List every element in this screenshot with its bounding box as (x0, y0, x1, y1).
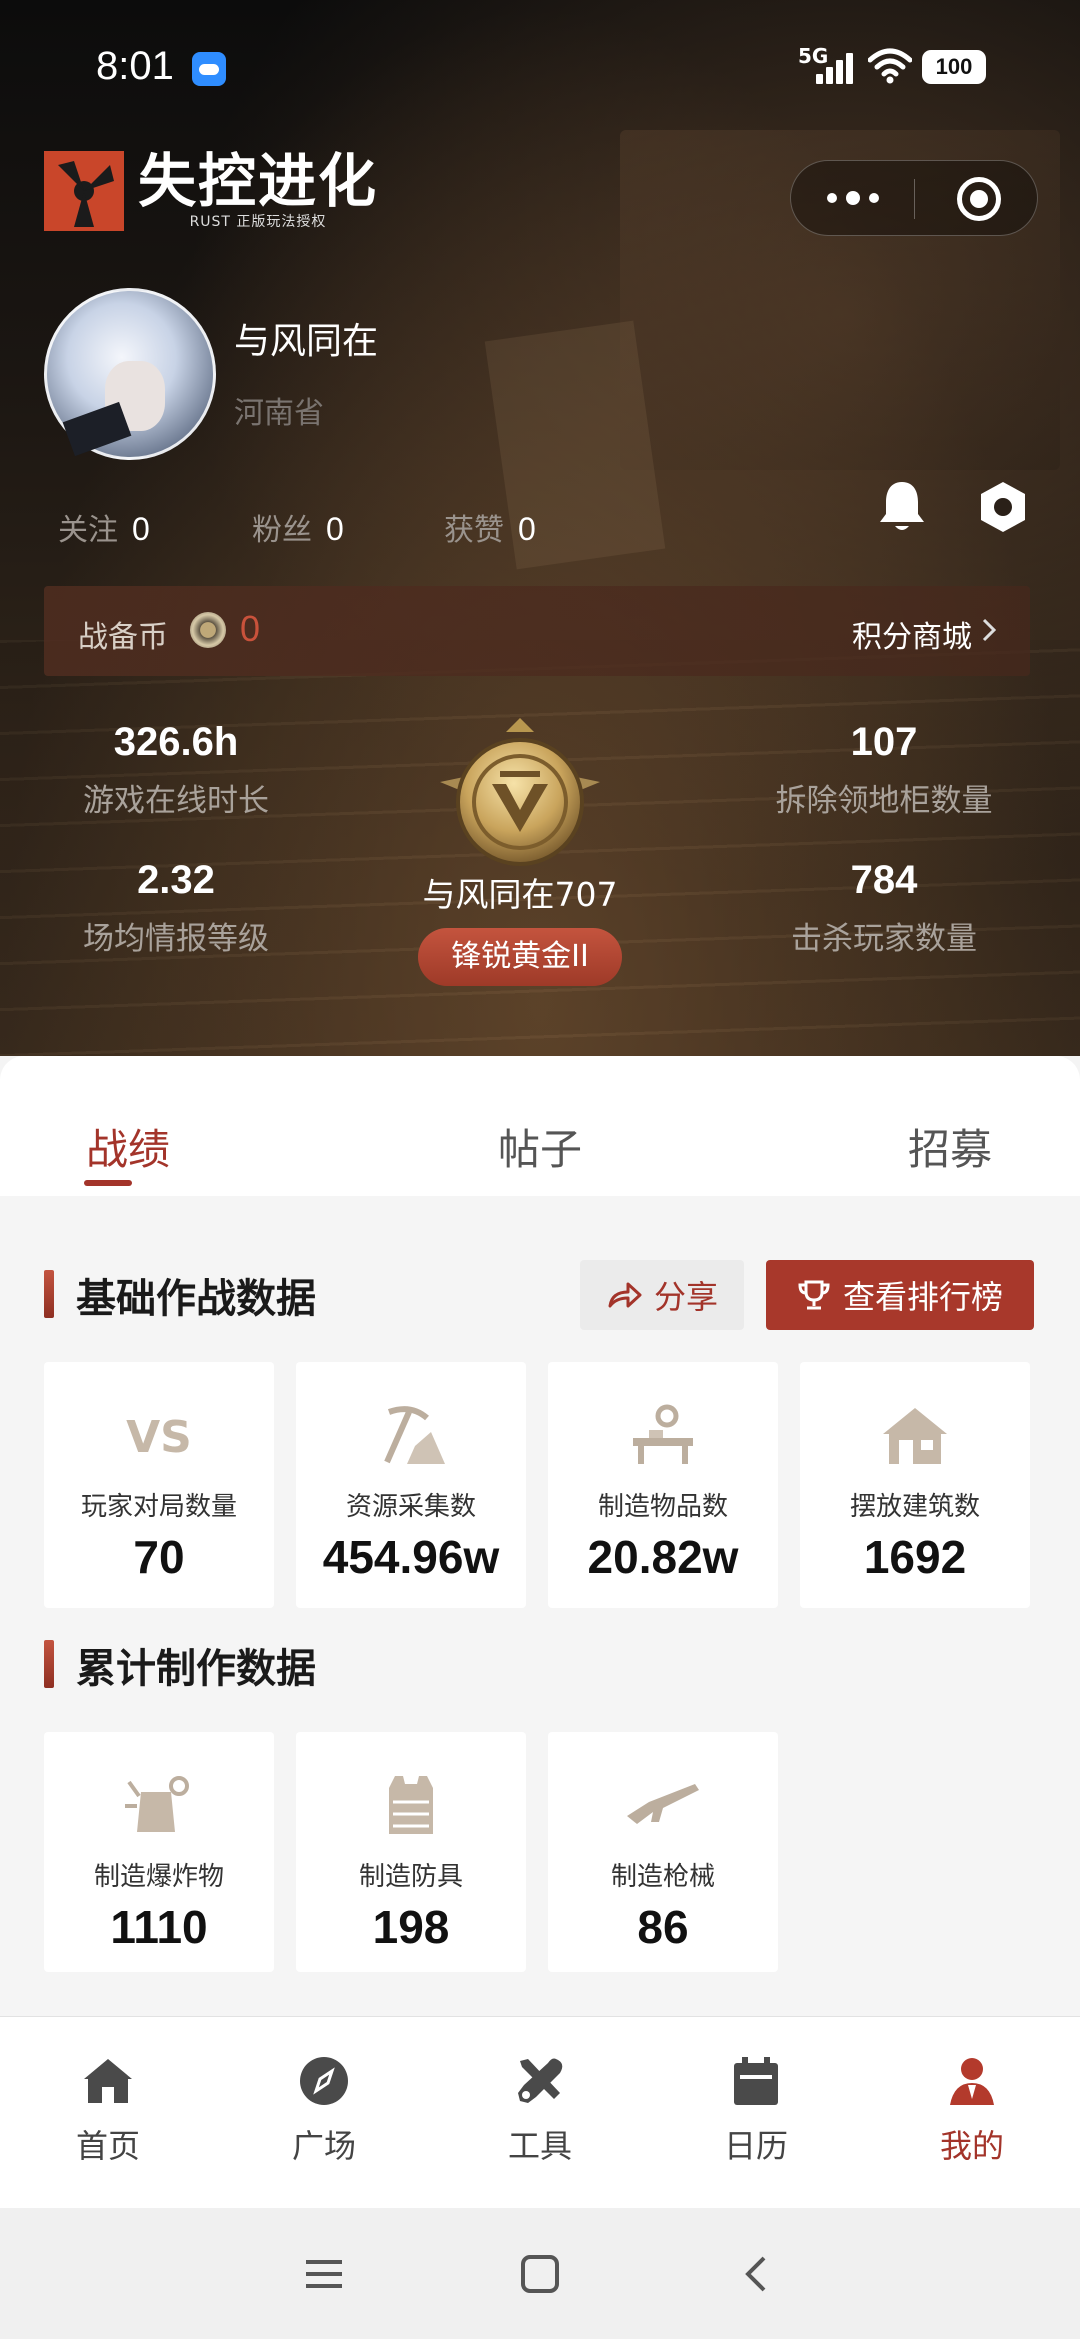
system-nav-bar (0, 2208, 1080, 2339)
tabbar-item-square[interactable]: 广场 (254, 2053, 394, 2167)
status-bar: 8:01 5G 100 (0, 0, 1080, 130)
section-title-crafting: 累计制作数据 (44, 1636, 316, 1694)
tab-posts[interactable]: 帖子 (498, 1116, 582, 1177)
trophy-icon (798, 1280, 830, 1310)
close-miniprogram-button[interactable] (957, 177, 1001, 221)
share-icon (608, 1282, 642, 1308)
stat-card-matches: VS 玩家对局数量 70 (44, 1362, 274, 1608)
compass-icon (300, 2057, 348, 2105)
bottom-tab-bar: 首页 广场 工具 日历 我的 (0, 2016, 1080, 2208)
tabbar-item-tools[interactable]: 工具 (470, 2053, 610, 2167)
tabbar-item-mine[interactable]: 我的 (902, 2053, 1042, 2167)
house-icon (883, 1408, 947, 1464)
weather-icon (192, 52, 226, 86)
stats-panel: 战绩 帖子 招募 基础作战数据 分享 查看排行榜 VS 玩家对局数量 70 资源… (0, 1056, 1080, 2016)
calendar-icon (734, 2057, 778, 2105)
miniprogram-capsule (790, 160, 1038, 236)
avatar[interactable] (44, 288, 216, 460)
back-icon[interactable] (736, 2252, 780, 2296)
workbench-icon (633, 1404, 693, 1464)
home-square-icon[interactable] (518, 2252, 562, 2296)
stat-cabinets: 107 拆除领地柜数量 (775, 720, 993, 819)
profile-tabs: 战绩 帖子 招募 (0, 1056, 1080, 1196)
stat-card-crafted: 制造物品数 20.82w (548, 1362, 778, 1608)
points-mall-link[interactable]: 积分商城 (852, 612, 972, 656)
stat-card-resources: 资源采集数 454.96w (296, 1362, 526, 1608)
likes-count[interactable]: 获赞 0 (444, 505, 536, 549)
explosive-icon (125, 1776, 189, 1832)
pickaxe-icon (384, 1406, 445, 1464)
coin-bar[interactable]: 战备币 0 积分商城 (44, 586, 1030, 676)
user-location: 河南省 (234, 396, 324, 431)
signal-icon (816, 52, 856, 84)
profile-icon (950, 2058, 994, 2105)
menu-icon[interactable] (302, 2252, 346, 2296)
share-button[interactable]: 分享 (580, 1260, 744, 1330)
logo-title: 失控进化 (138, 147, 379, 215)
logo-icon (44, 151, 124, 231)
coin-label: 战备币 (78, 620, 168, 655)
stat-card-armor: 制造防具 198 (296, 1732, 526, 1972)
home-icon (84, 2059, 132, 2103)
tab-recruit[interactable]: 招募 (908, 1116, 992, 1177)
rank-tier-badge: 锋锐黄金II (418, 928, 622, 986)
profile-header: 8:01 5G 100 失控进化 RUST 正版玩法授权 与风同在 河南省 关注… (0, 0, 1080, 1056)
tabbar-item-calendar[interactable]: 日历 (686, 2053, 826, 2167)
tabbar-item-home[interactable]: 首页 (38, 2053, 178, 2167)
chevron-right-icon (982, 618, 996, 642)
coin-value: 0 (240, 608, 261, 649)
tab-indicator (84, 1180, 132, 1186)
section-title-basic: 基础作战数据 (44, 1266, 316, 1324)
view-ranking-button[interactable]: 查看排行榜 (766, 1260, 1034, 1330)
svg-text:VS: VS (126, 1412, 192, 1463)
wifi-icon (868, 48, 912, 84)
following-count[interactable]: 关注 0 (58, 505, 150, 549)
stat-online-time: 326.6h 游戏在线时长 (83, 720, 269, 819)
coin-icon (190, 612, 226, 648)
stat-intel-level: 2.32 场均情报等级 (83, 858, 269, 957)
stat-card-buildings: 摆放建筑数 1692 (800, 1362, 1030, 1608)
stat-card-guns: 制造枪械 86 (548, 1732, 778, 1972)
battery-indicator: 100 (922, 50, 986, 84)
fans-count[interactable]: 粉丝 0 (252, 505, 344, 549)
bell-icon[interactable] (876, 478, 928, 534)
stat-card-explosives: 制造爆炸物 1110 (44, 1732, 274, 1972)
rank-badge-icon (440, 718, 600, 866)
tab-records[interactable]: 战绩 (86, 1116, 170, 1177)
user-name: 与风同在 (234, 321, 379, 362)
stat-kills: 784 击杀玩家数量 (791, 858, 977, 957)
more-button[interactable] (791, 161, 915, 235)
status-time: 8:01 (96, 44, 174, 88)
app-logo: 失控进化 RUST 正版玩法授权 (44, 150, 378, 232)
tools-icon (518, 2058, 563, 2103)
armor-icon (389, 1776, 433, 1834)
vs-icon: VS (126, 1412, 192, 1463)
settings-icon[interactable] (976, 480, 1030, 534)
rifle-icon (627, 1784, 699, 1824)
rank-player-name: 与风同在707 (422, 875, 618, 914)
